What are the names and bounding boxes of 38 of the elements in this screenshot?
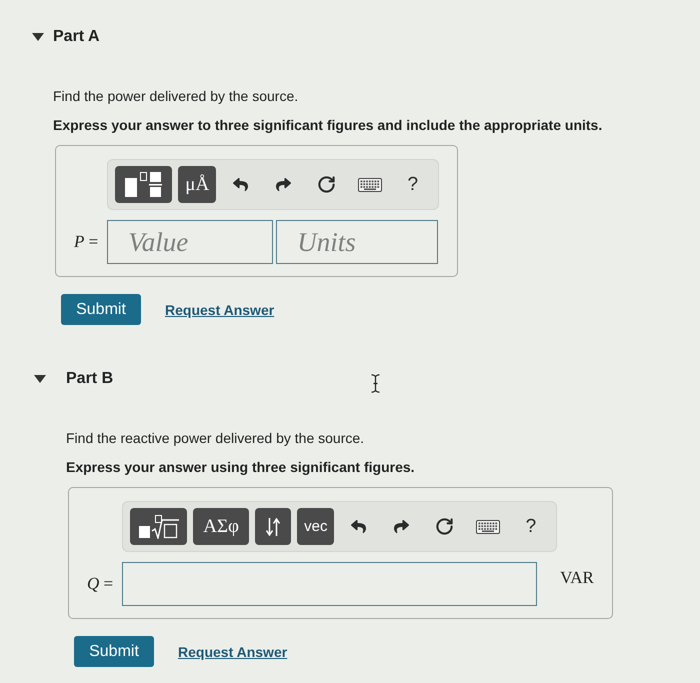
template-boxes-icon [124, 172, 163, 197]
question-text: Find the power delivered by the source. [53, 87, 298, 105]
text-cursor-icon [371, 374, 380, 393]
vector-button[interactable]: vec [297, 508, 334, 545]
help-button[interactable]: ? [512, 508, 550, 545]
value-input-field[interactable]: Value [107, 220, 274, 264]
up-down-arrows-icon [266, 518, 280, 536]
undo-arrow-icon [351, 519, 366, 534]
radical-template-icon [138, 514, 179, 538]
caret-icon[interactable] [32, 33, 44, 41]
units-input-field[interactable]: Units [276, 220, 438, 264]
submit-button[interactable]: Submit [61, 294, 141, 325]
instruction-text: Express your answer to three significant figures and include the appropriate units. [53, 116, 602, 134]
keyboard-icon [476, 520, 500, 534]
part-title[interactable]: Part A [53, 28, 100, 46]
greek-letters-button[interactable]: ΑΣφ [193, 508, 250, 545]
units-button[interactable]: μÅ [178, 166, 216, 203]
arrows-button[interactable] [255, 508, 292, 545]
help-button[interactable]: ? [394, 166, 432, 203]
request-answer-link[interactable]: Request Answer [165, 302, 274, 318]
question-text: Find the reactive power delivered by the source. [66, 429, 364, 447]
caret-icon[interactable] [34, 375, 46, 383]
reset-icon [435, 517, 454, 536]
undo-arrow-icon [233, 177, 248, 192]
request-answer-link[interactable]: Request Answer [178, 644, 288, 660]
reset-icon [317, 175, 336, 194]
submit-button[interactable]: Submit [74, 636, 154, 667]
templates-button[interactable] [115, 166, 172, 203]
variable-label: P = [74, 232, 98, 252]
templates-button[interactable] [130, 508, 188, 545]
value-input-field[interactable] [122, 562, 538, 606]
part-title[interactable]: Part B [66, 370, 114, 388]
instruction-text: Express your answer using three significant figures. [66, 458, 415, 476]
keyboard-icon [358, 178, 382, 192]
unit-label: VAR [560, 568, 594, 588]
variable-label: Q = [87, 574, 114, 594]
redo-arrow-icon [394, 519, 410, 534]
redo-arrow-icon [276, 177, 292, 192]
